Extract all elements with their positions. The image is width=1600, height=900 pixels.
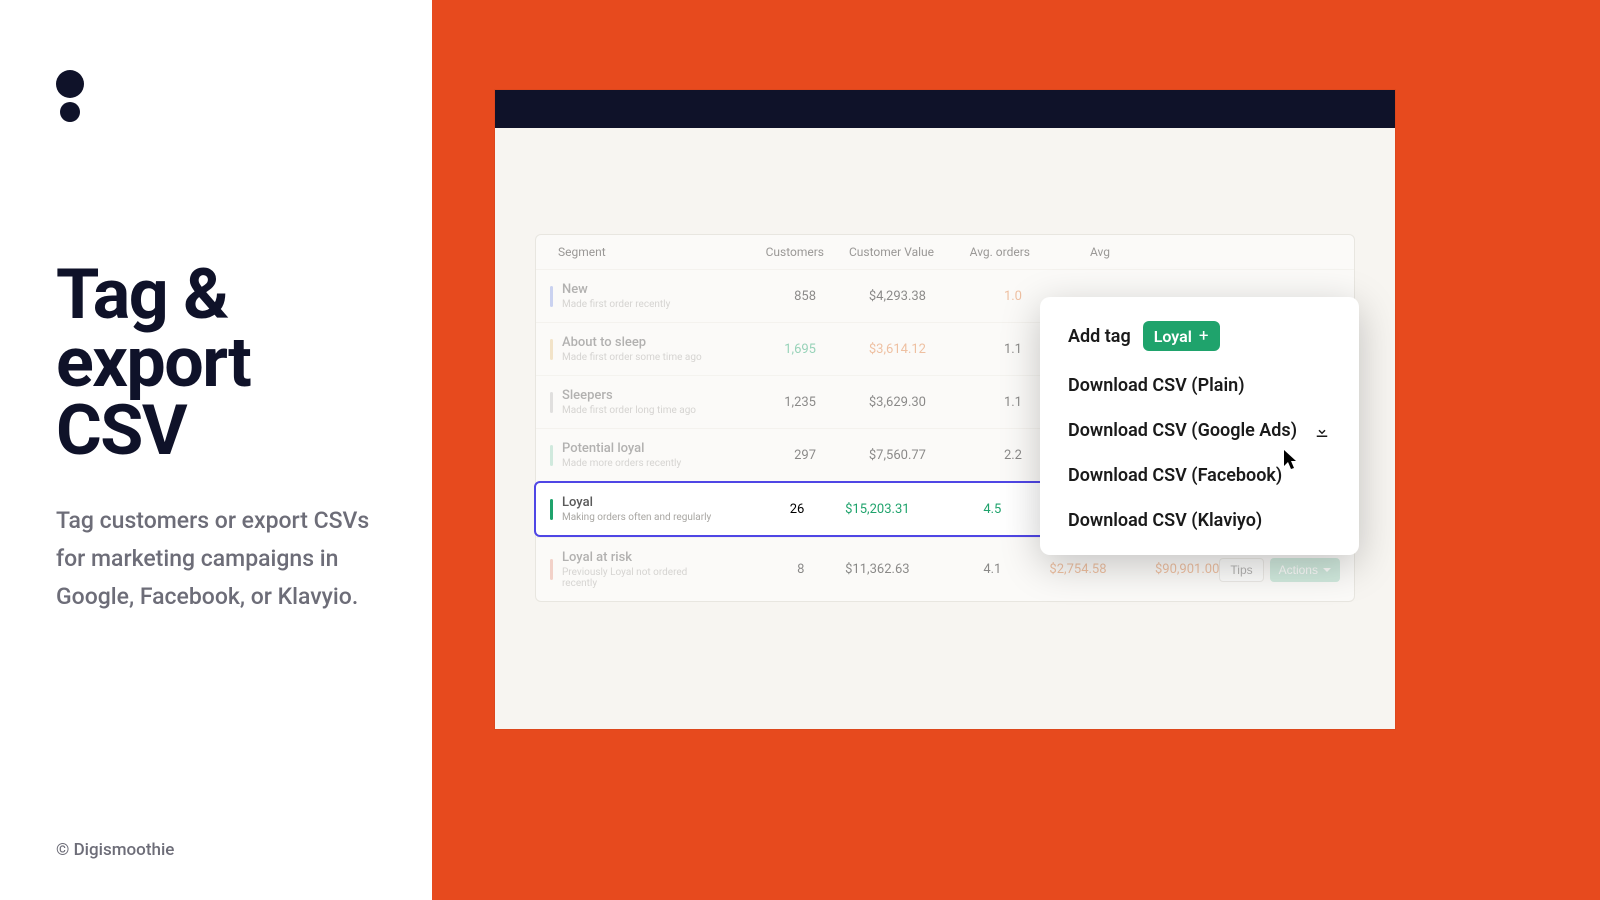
segment-cell: Sleepers Made first order long time ago: [550, 388, 728, 416]
customer-value-cell: $15,203.31: [804, 502, 909, 517]
segment-sub: Made more orders recently: [562, 458, 681, 469]
th-value: Customer Value: [824, 245, 934, 259]
segment-cell: About to sleep Made first order some time…: [550, 335, 728, 363]
actions-button[interactable]: Actions: [1270, 558, 1340, 582]
chevron-down-icon: [1323, 568, 1331, 572]
customer-value-cell: $7,560.77: [816, 448, 926, 463]
popover-add-tag[interactable]: Add tag Loyal +: [1068, 321, 1331, 363]
customer-value-cell: $3,614.12: [816, 342, 926, 357]
avg-orders-cell: 1.1: [926, 342, 1022, 357]
segment-sub: Made first order some time ago: [562, 352, 702, 363]
customer-value-cell: $11,362.63: [804, 562, 909, 577]
avg-orders-cell: 1.0: [926, 289, 1022, 304]
table-header: Segment Customers Customer Value Avg. or…: [536, 235, 1354, 269]
segment-color-bar: [550, 286, 553, 307]
logo: [56, 70, 376, 122]
segment-color-bar: [550, 339, 553, 360]
left-panel: Tag & export CSV Tag customers or export…: [0, 0, 432, 900]
app-frame: Segment Customers Customer Value Avg. or…: [495, 90, 1395, 729]
segment-sub: Making orders often and regularly: [562, 512, 711, 523]
avg-orders-cell: 1.1: [926, 395, 1022, 410]
subheadline: Tag customers or export CSVs for marketi…: [56, 502, 376, 616]
segment-cell: Potential loyal Made more orders recently: [550, 441, 728, 469]
avg-orders-cell: 2.2: [926, 448, 1022, 463]
segment-color-bar: [550, 392, 553, 413]
headline: Tag & export CSV: [56, 262, 376, 466]
add-tag-label: Add tag: [1068, 326, 1131, 347]
segment-cell: New Made first order recently: [550, 282, 728, 310]
avg-orders-cell: 4.5: [910, 502, 1002, 517]
segment-sub: Previously Loyal not ordered recently: [562, 567, 720, 589]
segment-color-bar: [550, 499, 553, 520]
customers-cell: 297: [728, 448, 816, 463]
segment-name: Loyal at risk: [562, 550, 720, 565]
th-avg-orders: Avg. orders: [934, 245, 1030, 259]
th-customers: Customers: [736, 245, 824, 259]
cursor-icon: [1284, 450, 1300, 470]
segment-color-bar: [550, 559, 553, 580]
customer-value-cell: $3,629.30: [816, 395, 926, 410]
segment-name: New: [562, 282, 670, 297]
popover-download-klaviyo[interactable]: Download CSV (Klaviyo): [1068, 498, 1331, 531]
segment-name: About to sleep: [562, 335, 702, 350]
customers-cell: 8: [720, 562, 804, 577]
actions-popover: Add tag Loyal + Download CSV (Plain) Dow…: [1040, 297, 1359, 555]
customers-cell: 1,235: [728, 395, 816, 410]
download-icon: [1313, 422, 1331, 440]
customers-cell: 858: [728, 289, 816, 304]
total-cell: $90,901.00: [1107, 562, 1220, 577]
segment-name: Sleepers: [562, 388, 696, 403]
segment-sub: Made first order recently: [562, 299, 670, 310]
segment-sub: Made first order long time ago: [562, 405, 696, 416]
footer-copyright: © Digismoothie: [56, 840, 174, 860]
app-topbar: [495, 90, 1395, 128]
plus-icon: +: [1199, 326, 1209, 346]
segment-cell: Loyal Making orders often and regularly: [550, 495, 720, 523]
segment-name: Potential loyal: [562, 441, 681, 456]
popover-download-plain[interactable]: Download CSV (Plain): [1068, 363, 1331, 408]
right-panel: Segment Customers Customer Value Avg. or…: [432, 0, 1600, 900]
segment-color-bar: [550, 445, 553, 466]
logo-dot-bottom: [60, 102, 80, 122]
tag-name: Loyal: [1154, 327, 1192, 346]
avg-orders-cell: 4.1: [910, 562, 1002, 577]
avg-cell: $2,754.58: [1001, 562, 1106, 577]
popover-download-google-ads[interactable]: Download CSV (Google Ads): [1068, 408, 1331, 453]
segment-name: Loyal: [562, 495, 711, 510]
customers-cell: 1,695: [728, 342, 816, 357]
tag-pill[interactable]: Loyal +: [1143, 321, 1220, 351]
th-segment: Segment: [558, 245, 736, 259]
segment-cell: Loyal at risk Previously Loyal not ordere…: [550, 550, 720, 589]
tips-button[interactable]: Tips: [1219, 558, 1263, 582]
customers-cell: 26: [720, 502, 804, 517]
th-avg: Avg: [1030, 245, 1140, 259]
logo-dot-top: [56, 70, 84, 98]
customer-value-cell: $4,293.38: [816, 289, 926, 304]
